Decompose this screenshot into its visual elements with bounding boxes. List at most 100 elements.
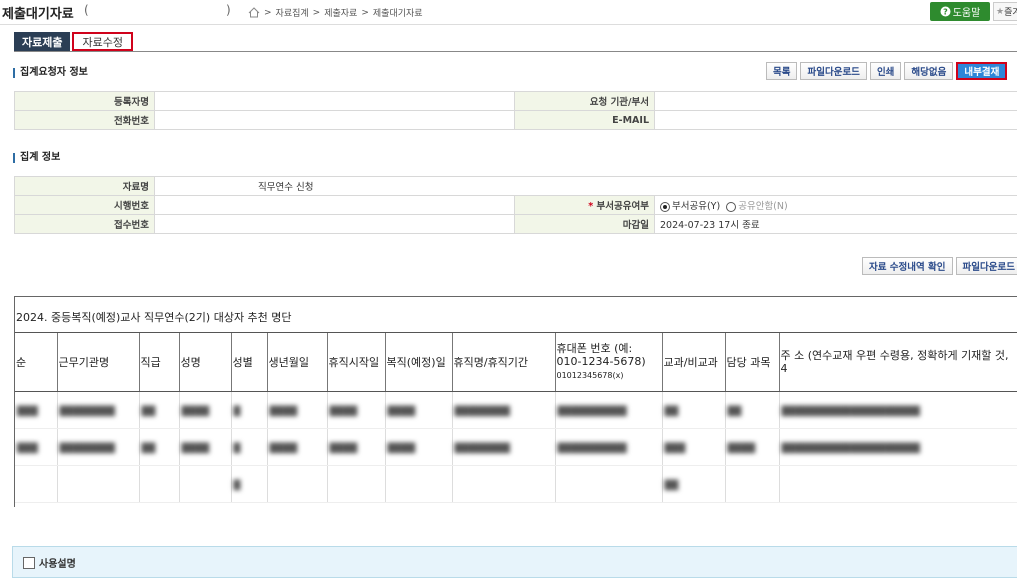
org-dept-value (655, 92, 1017, 111)
col-header: 교과/비교과 (662, 333, 725, 392)
empty-cell (385, 466, 452, 503)
requester-row: 전화번호 E-MAIL (15, 111, 1017, 130)
empty-cell (57, 466, 139, 503)
registrant-label: 등록자명 (15, 92, 155, 111)
tab-divider (14, 51, 1017, 52)
edit-history-button[interactable]: 자료 수정내역 확인 (862, 257, 953, 275)
breadcrumb-sep: > (313, 8, 321, 18)
candidate-table: 순 근무기관명 직급 성명 성별 생년월일 휴직시작일 복직(예정)일 휴직명/… (15, 333, 1017, 503)
empty-cell (779, 466, 1017, 503)
file-download-button[interactable]: 파일다운로드 (800, 62, 866, 80)
redacted-cell: ████ (179, 392, 231, 429)
org-dept-label: 요청 기관/부서 (515, 92, 655, 111)
receipt-number-value (155, 215, 515, 234)
document-title: 2024. 중등복직(예정)교사 직무연수(2기) 대상자 추천 명단 (16, 309, 292, 325)
registrant-value (155, 92, 515, 111)
redacted-cell: ████████ (452, 429, 555, 466)
data-name-value: 직무연수 신청 (155, 177, 1017, 196)
redacted-cell: ██████████ (555, 392, 662, 429)
table-row: █ ██ (15, 466, 1017, 503)
col-header: 휴직시작일 (327, 333, 385, 392)
empty-cell (452, 466, 555, 503)
redacted-cell: ████████ (452, 392, 555, 429)
share-no-radio[interactable] (726, 202, 736, 212)
redacted-cell: ███ (662, 429, 725, 466)
phone-label: 전화번호 (15, 111, 155, 130)
phone-value (155, 111, 515, 130)
requester-section-title: 집계요청자 정보 (13, 68, 88, 78)
redacted-cell: ████████ (57, 392, 139, 429)
help-button[interactable]: ? 도움말 (930, 2, 990, 21)
col-header: 주 소 (연수교재 우편 수령용, 정확하게 기재할 것, 4 (779, 333, 1017, 392)
not-applicable-button[interactable]: 해당없음 (904, 62, 953, 80)
empty-cell (267, 466, 327, 503)
requester-button-row: 목록 파일다운로드 인쇄 해당없음 내부결재 (766, 62, 1007, 80)
share-label: * 부서공유여부 (515, 196, 655, 215)
redacted-cell: ████ (385, 392, 452, 429)
redacted-cell: ████ (267, 429, 327, 466)
favorite-label: 즐겨 (1004, 5, 1017, 18)
internal-approval-button[interactable]: 내부결재 (956, 62, 1007, 80)
empty-cell (179, 466, 231, 503)
exec-number-label: 시행번호 (15, 196, 155, 215)
summary-row: 자료명 직무연수 신청 (15, 177, 1017, 196)
help-label: 도움말 (953, 4, 981, 19)
col-header: 근무기관명 (57, 333, 139, 392)
redacted-cell: ██ (662, 466, 725, 503)
requester-row: 등록자명 요청 기관/부서 (15, 92, 1017, 111)
title-paren-close: ) (226, 3, 231, 17)
redacted-cell: ██████████ (555, 429, 662, 466)
empty-cell (555, 466, 662, 503)
star-icon: ★ (996, 7, 1004, 17)
redacted-cell: ████████ (57, 429, 139, 466)
col-header: 직급 (139, 333, 179, 392)
required-mark: * (588, 201, 593, 212)
redacted-cell: ████ (327, 392, 385, 429)
table-row: ███ ████████ ██ ████ █ ████ ████ ████ ██… (15, 392, 1017, 429)
usage-guide-panel: 사용설명 (12, 546, 1017, 578)
redacted-cell: ████ (267, 392, 327, 429)
redacted-cell: ██ (139, 392, 179, 429)
redacted-cell: ████ (725, 429, 779, 466)
redacted-cell: ████ (327, 429, 385, 466)
breadcrumb-sep: > (264, 8, 272, 18)
col-header: 순 (15, 333, 57, 392)
share-label-text: 부서공유여부 (597, 201, 649, 212)
breadcrumb-item-0[interactable]: 자료집계 (276, 6, 309, 19)
summary-section-title: 집계 정보 (13, 153, 60, 163)
favorite-button[interactable]: ★ 즐겨 (993, 2, 1017, 21)
col-header: 생년월일 (267, 333, 327, 392)
breadcrumb-item-2[interactable]: 제출대기자료 (373, 6, 423, 19)
title-paren-open: ( (84, 3, 89, 17)
redacted-cell: ████ (385, 429, 452, 466)
redacted-cell: █ (231, 466, 267, 503)
usage-guide-title: 사용설명 (23, 555, 76, 570)
list-button[interactable]: 목록 (766, 62, 797, 80)
usage-guide-label: 사용설명 (39, 555, 76, 570)
home-icon[interactable] (248, 7, 260, 18)
share-yes-radio[interactable] (660, 202, 670, 212)
exec-number-value (155, 196, 515, 215)
table-row: ███ ████████ ██ ████ █ ████ ████ ████ ██… (15, 429, 1017, 466)
col-header: 성별 (231, 333, 267, 392)
action-button-row: 자료 수정내역 확인 파일다운로드 (862, 257, 1017, 275)
tab-edit[interactable]: 자료수정 (72, 32, 132, 51)
redacted-cell: ██ (662, 392, 725, 429)
share-options: 부서공유(Y) 공유안함(N) (655, 196, 1017, 215)
tab-submit[interactable]: 자료제출 (14, 32, 70, 51)
page-title: 제출대기자료 (2, 3, 74, 22)
email-value (655, 111, 1017, 130)
deadline-label: 마감일 (515, 215, 655, 234)
redacted-cell: ██ (725, 392, 779, 429)
col-header: 복직(예정)일 (385, 333, 452, 392)
breadcrumb-item-1[interactable]: 제출자료 (324, 6, 357, 19)
col-header: 담당 과목 (725, 333, 779, 392)
print-button[interactable]: 인쇄 (870, 62, 901, 80)
redacted-cell: ██ (139, 429, 179, 466)
summary-row: 시행번호 * 부서공유여부 부서공유(Y) 공유안함(N) (15, 196, 1017, 215)
email-label: E-MAIL (515, 111, 655, 130)
file-download-button-2[interactable]: 파일다운로드 (956, 257, 1017, 275)
share-no-label: 공유안함(N) (738, 201, 787, 212)
redacted-cell: ███ (15, 429, 57, 466)
redacted-cell: ████████████████████ (779, 392, 1017, 429)
